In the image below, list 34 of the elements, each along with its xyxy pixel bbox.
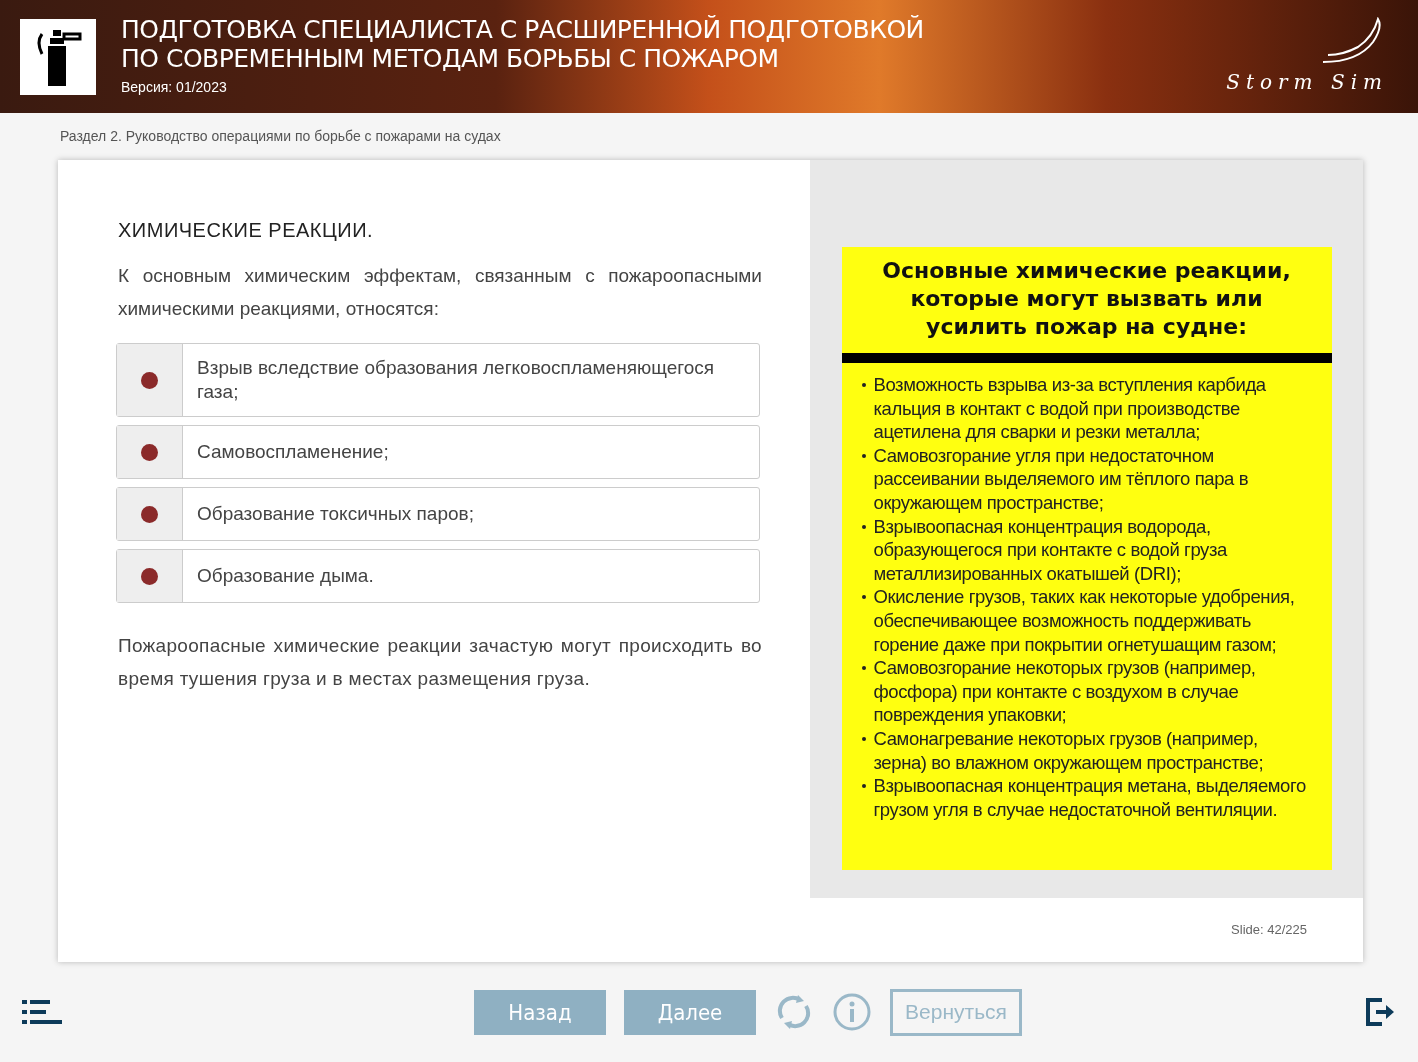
list-item-text: Взрыв вследствие образования легковоспламеняющегося газа; [196, 356, 716, 404]
poster-bullet-text: Взрывоопасная концентрация метана, выделяемого грузом угля в случае недостаточной вентиляции. [873, 774, 1307, 822]
bullet-icon [861, 383, 866, 387]
bullet-icon [861, 784, 866, 789]
nav-button[interactable]: Далее [624, 989, 756, 1035]
list-item-text: Образование дыма. [196, 564, 375, 588]
return-button[interactable]: Вернуться [890, 988, 1022, 1036]
poster-bullet-text: Самонагревание некоторых грузов (например, зерна) во влажном окружающем пространстве; [873, 726, 1265, 775]
intro-paragraph: К основным химическим эффектам, связанным с пожароопасными химическими реакциями, относятся: [118, 264, 762, 321]
bullet-icon [861, 666, 866, 671]
poster-bullet-text: Возможность взрыва из-за вступления карбида кальция в контакт с водой при производстве ацетилена для сварки и резки металла; [873, 373, 1267, 444]
poster-title: Основные химические реакции, которые могут вызвать или усилить пожар на судне: [881, 257, 1292, 341]
slide-heading: ХИМИЧЕСКИЕ РЕАКЦИИ. [118, 218, 375, 243]
version-label: Версия: 01/2023 [121, 78, 228, 97]
poster-bullet-text: Самовозгорание некоторых грузов (например, фосфора) при контакте с воздухом в случае повреждения упаковки; [873, 656, 1257, 727]
outro-paragraph: Пожароопасные химические реакции зачастую могут происходить во время тушения груза и в местах размещения груза. [118, 634, 762, 691]
poster-bullet-text: Самовозгорание угля при недостаточном рассеивании выделяемого им тёплого пара в окружающем пространстве; [873, 443, 1250, 515]
poster-bullet-text: Окисление грузов, таких как некоторые удобрения, обеспечивающее возможность поддерживать горение даже при покрытии огнетушащим газом; [873, 585, 1296, 657]
poster-bullet-text: Взрывоопасная концентрация водорода, образующегося при контакте с водой груза металлизированных окатышей (DRI); [873, 514, 1229, 586]
list-item-text: Образование токсичных паров; [196, 502, 475, 526]
list-item-text: Самовоспламенение; [196, 440, 390, 464]
bullet-icon [861, 736, 866, 741]
brand-name: Storm Sim [1226, 68, 1388, 96]
menu-list-icon[interactable] [22, 997, 62, 1027]
bullet-icon [861, 453, 866, 458]
bullet-icon [861, 524, 866, 529]
course-title: ПОДГОТОВКА СПЕЦИАЛИСТА С РАСШИРЕННОЙ ПОДГОТОВКОЙ [121, 15, 924, 44]
exit-icon[interactable] [1364, 996, 1396, 1028]
breadcrumb: Раздел 2. Руководство операциями по борьбе с пожарами на судах [60, 127, 501, 146]
course-title: ПО СОВРЕМЕННЫМ МЕТОДАМ БОРЬБЫ С ПОЖАРОМ [121, 44, 780, 73]
nav-button[interactable]: Назад [474, 989, 606, 1035]
slide-counter: Slide: 42/225 [1231, 921, 1307, 940]
bullet-icon [861, 595, 866, 600]
extinguisher-icon [20, 18, 96, 95]
